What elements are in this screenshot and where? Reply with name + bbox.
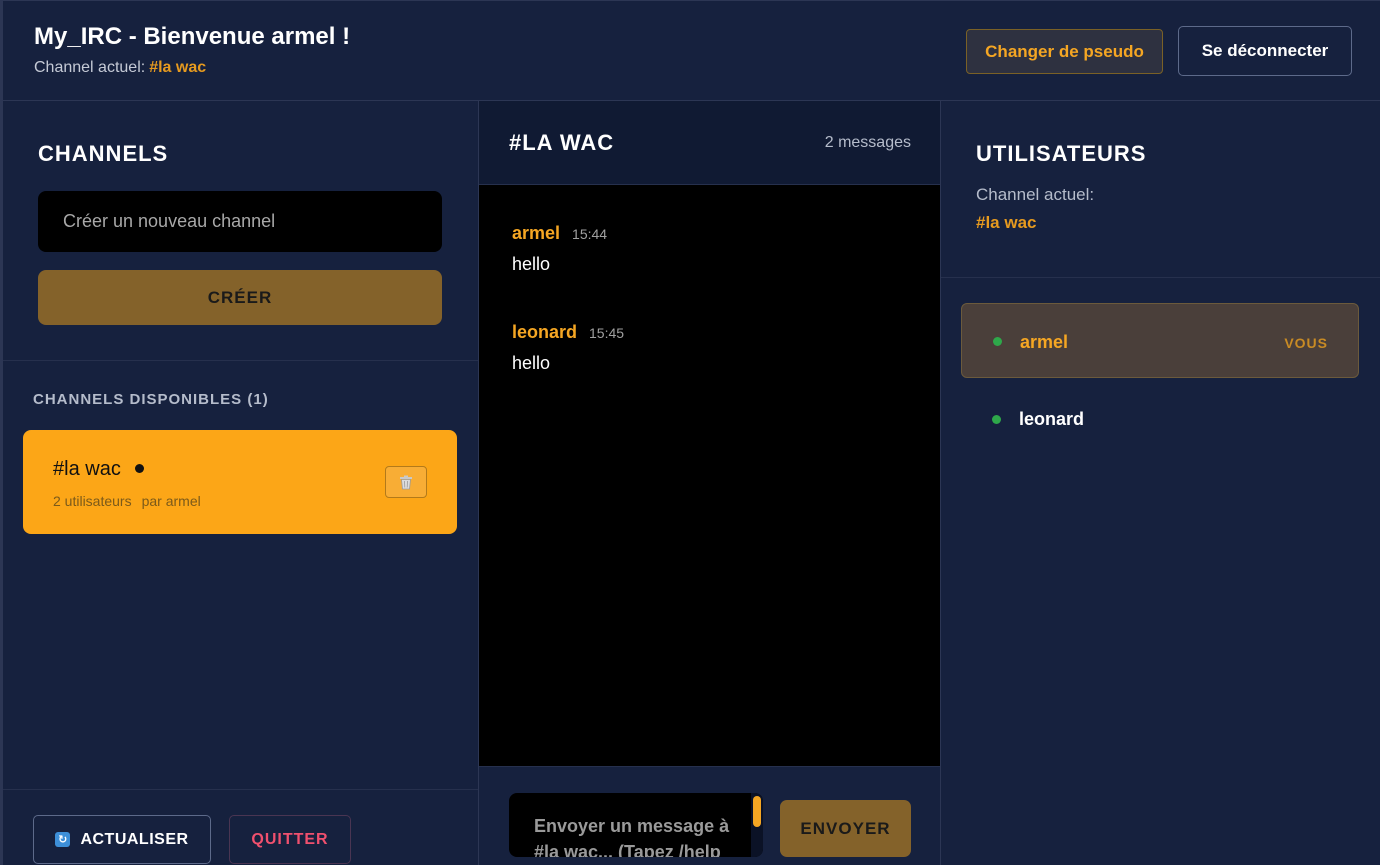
online-status-icon (992, 415, 1001, 424)
users-title: UTILISATEURS (976, 141, 1147, 166)
channel-meta: 2 utilisateurs par armel (53, 493, 201, 509)
current-channel-label: Channel actuel: (34, 59, 146, 76)
send-button[interactable]: ENVOYER (780, 800, 911, 857)
current-channel-name: #la wac (149, 59, 207, 76)
users-panel: UTILISATEURS Channel actuel: #la wac arm… (941, 101, 1380, 865)
message-author: armel (512, 223, 561, 243)
change-nickname-button[interactable]: Changer de pseudo (966, 29, 1163, 74)
message-input-scrollbar[interactable] (751, 793, 763, 857)
user-name: armel (1020, 332, 1069, 352)
chat-panel: #LA WAC 2 messages armel 15:44 hello leon… (478, 101, 941, 865)
message-count: 2 messages (824, 134, 911, 151)
refresh-button[interactable]: ↻ ACTUALISER (33, 815, 211, 864)
channel-owner: par armel (141, 493, 201, 509)
users-channel-name: #la wac (976, 213, 1037, 232)
available-channels-title: CHANNELS DISPONIBLES (1) (33, 391, 269, 408)
chat-header: #LA WAC 2 messages (479, 101, 940, 185)
message-time: 15:45 (589, 325, 625, 341)
refresh-label: ACTUALISER (80, 830, 189, 848)
message-time: 15:44 (572, 226, 608, 242)
scrollbar-thumb[interactable] (753, 796, 761, 827)
active-channel-dot-icon (135, 464, 144, 473)
message-text: hello (512, 353, 551, 373)
divider (3, 360, 478, 361)
users-channel-label: Channel actuel: (976, 185, 1095, 204)
channel-name: #la wac (53, 458, 121, 480)
new-channel-input[interactable] (38, 191, 442, 252)
message-author: leonard (512, 322, 578, 342)
app-title: My_IRC - Bienvenue armel ! (34, 23, 351, 50)
chat-message: armel 15:44 hello (512, 223, 607, 275)
delete-channel-button[interactable] (385, 466, 427, 498)
divider (3, 789, 478, 790)
create-channel-button[interactable]: CRÉER (38, 270, 442, 325)
quit-channel-button[interactable]: QUITTER (229, 815, 351, 864)
channel-list-item[interactable]: #la wac 2 utilisateurs par armel (23, 430, 457, 534)
chat-channel-title: #LA WAC (509, 130, 615, 155)
user-name: leonard (1019, 409, 1085, 429)
chat-message: leonard 15:45 hello (512, 322, 624, 374)
channel-user-count: 2 utilisateurs (53, 493, 132, 509)
message-input[interactable]: Envoyer un message à #la wac... (Tapez /… (509, 793, 763, 857)
refresh-icon: ↻ (55, 832, 71, 847)
channels-title: CHANNELS (38, 141, 169, 166)
channels-sidebar: CHANNELS CRÉER CHANNELS DISPONIBLES (1) … (0, 101, 478, 865)
app-header: My_IRC - Bienvenue armel ! Channel actue… (0, 0, 1380, 101)
user-list-item[interactable]: leonard (961, 401, 1359, 441)
logout-button[interactable]: Se déconnecter (1178, 26, 1352, 76)
current-channel-info: Channel actuel: #la wac (34, 59, 206, 77)
self-badge: VOUS (1284, 335, 1328, 351)
user-list-item-self[interactable]: armel VOUS (961, 303, 1359, 378)
online-status-icon (993, 337, 1002, 346)
divider (941, 277, 1380, 278)
chat-composer: Envoyer un message à #la wac... (Tapez /… (479, 766, 940, 865)
message-input-placeholder: Envoyer un message à #la wac... (Tapez /… (534, 816, 730, 857)
trash-icon (400, 475, 412, 489)
message-text: hello (512, 254, 551, 274)
